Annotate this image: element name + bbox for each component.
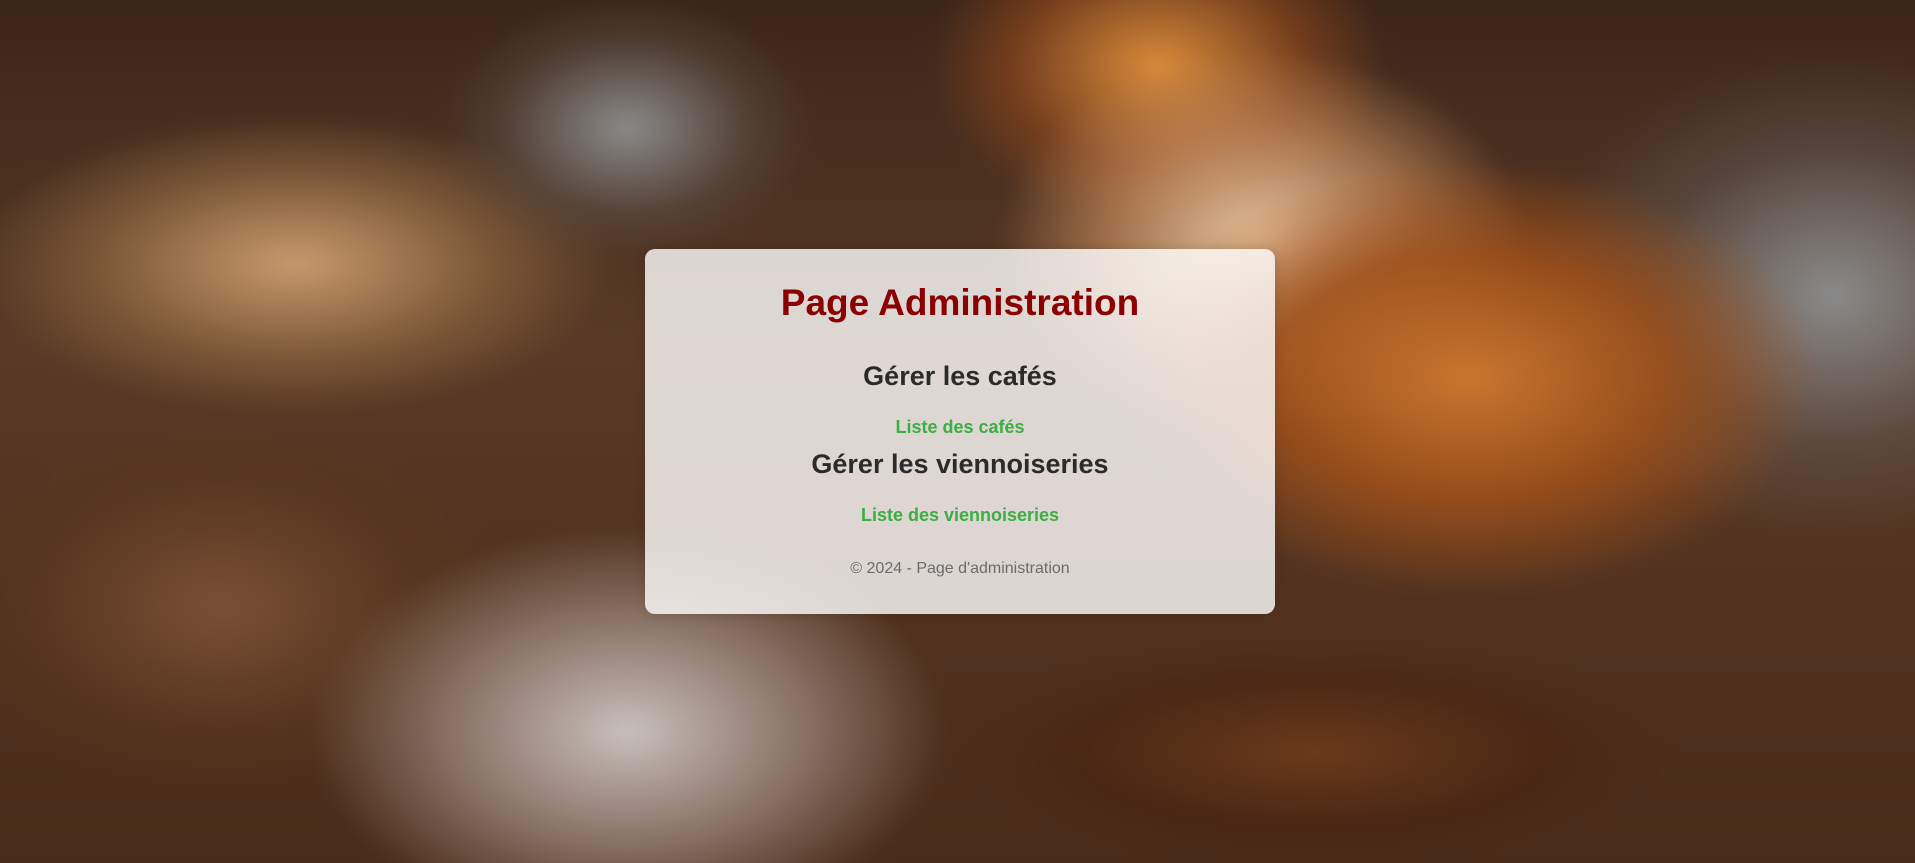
section-heading-viennoiseries: Gérer les viennoiseries (811, 449, 1109, 479)
link-liste-viennoiseries[interactable]: Liste des viennoiseries (861, 505, 1059, 525)
link-liste-cafes-wrapper: Liste des cafés (645, 417, 1275, 438)
page-title: Page Administration (780, 282, 1140, 323)
link-liste-viennoiseries-wrapper: Liste des viennoiseries (645, 505, 1275, 526)
link-liste-cafes[interactable]: Liste des cafés (895, 417, 1024, 437)
section-heading-cafes: Gérer les cafés (863, 361, 1057, 391)
admin-panel: Page Administration Gérer les cafés List… (645, 249, 1275, 614)
footer-text: © 2024 - Page d'administration (850, 560, 1070, 577)
